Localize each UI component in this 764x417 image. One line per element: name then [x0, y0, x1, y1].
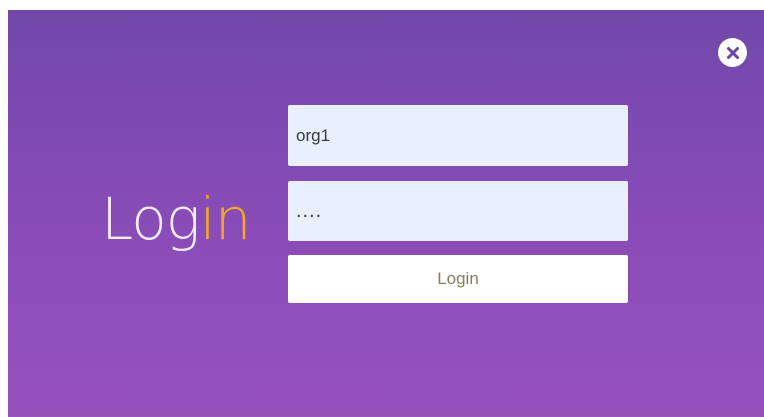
password-input[interactable]	[288, 181, 628, 241]
close-button[interactable]	[718, 38, 747, 67]
username-input[interactable]	[288, 105, 628, 166]
login-dialog: Login Login	[8, 10, 764, 417]
login-button[interactable]: Login	[288, 255, 628, 303]
login-title-primary: Log	[101, 185, 201, 253]
login-title: Login	[101, 184, 252, 254]
close-icon	[726, 46, 739, 59]
login-title-accent: in	[199, 185, 252, 253]
